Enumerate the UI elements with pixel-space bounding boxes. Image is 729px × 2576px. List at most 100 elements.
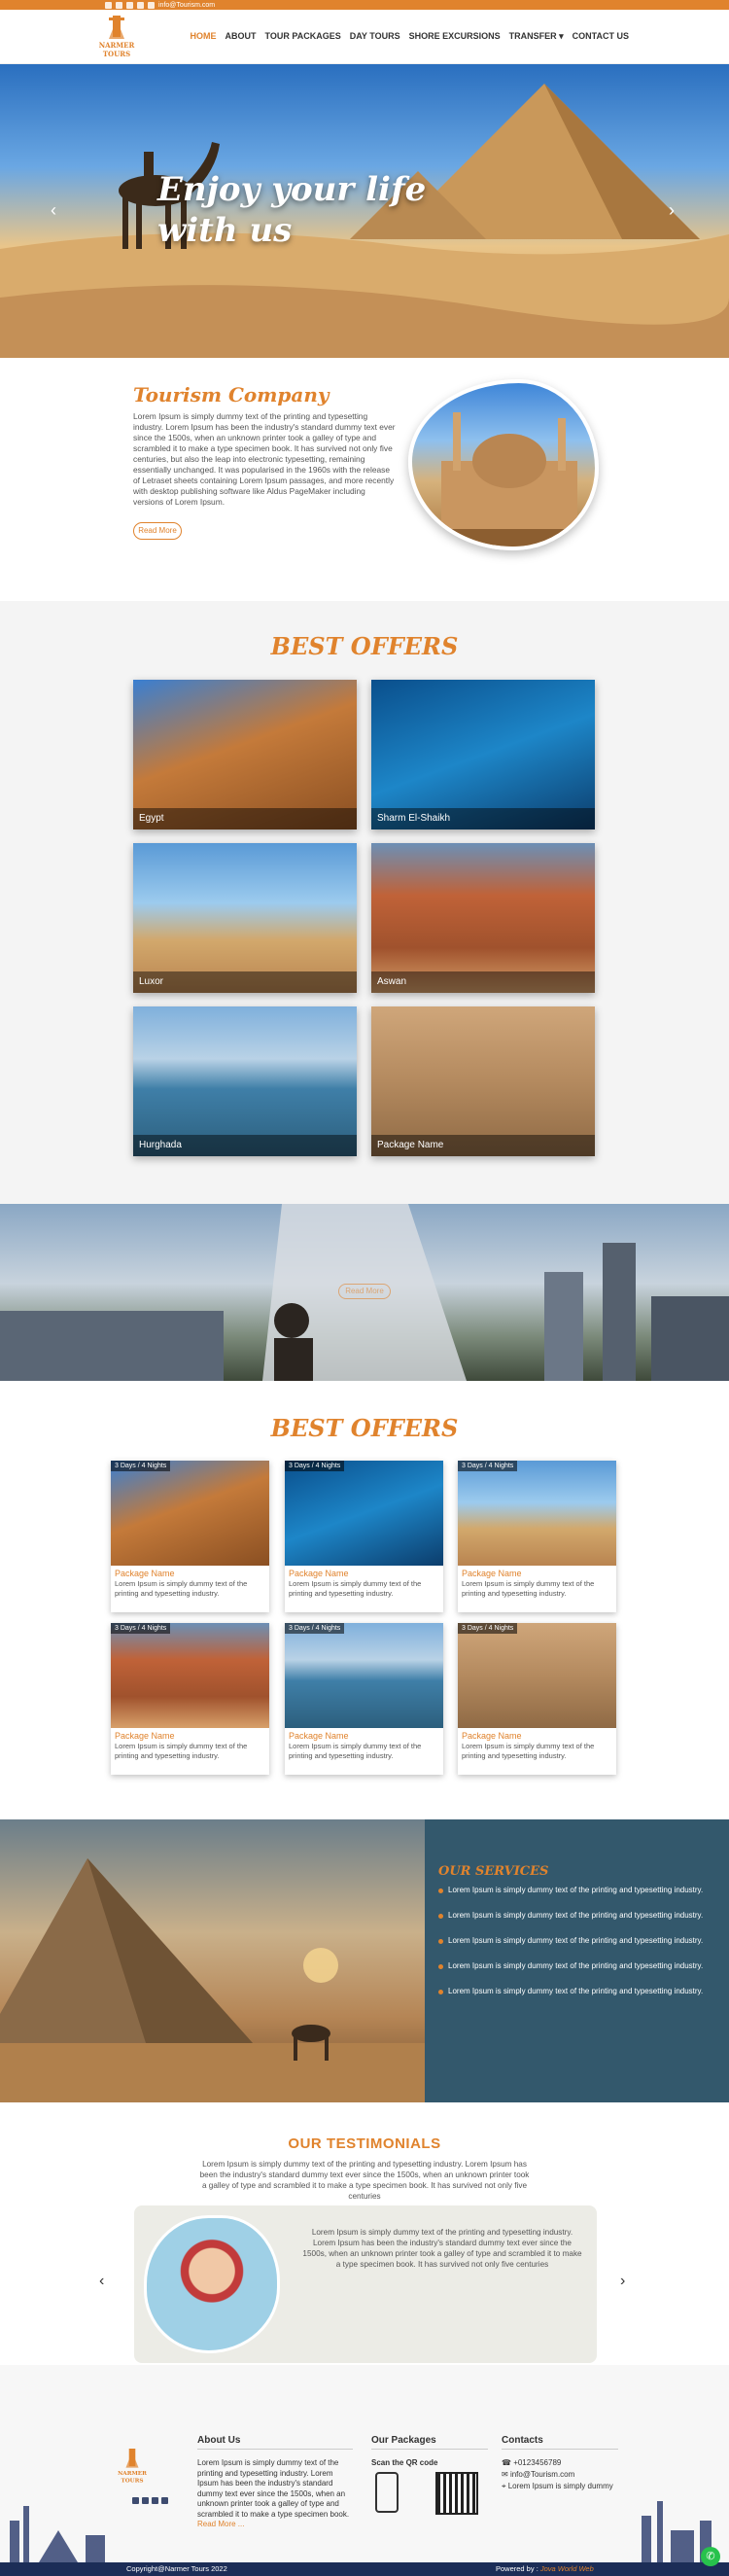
site-footer: NARMER TOURS About Us Lorem Ipsum is sim…	[0, 2365, 729, 2562]
offer-card-label: Aswan	[371, 971, 595, 993]
narmer-tours-logo[interactable]: NARMER TOURS	[95, 14, 138, 60]
package-card[interactable]: 3 Days / 4 Nights Package Name Lorem Ips…	[458, 1461, 616, 1612]
nav-about[interactable]: ABOUT	[226, 31, 257, 42]
package-name[interactable]: Package Name	[462, 1731, 522, 1741]
package-image	[111, 1461, 269, 1566]
package-card[interactable]: 3 Days / 4 Nights Package Name Lorem Ips…	[285, 1461, 443, 1612]
about-read-more-button[interactable]: Read More	[133, 522, 182, 540]
nav-home[interactable]: HOME	[191, 31, 217, 42]
footer-divider	[371, 2449, 488, 2450]
qr-code-icon[interactable]	[435, 2472, 478, 2515]
package-card[interactable]: 3 Days / 4 Nights Package Name Lorem Ips…	[111, 1461, 269, 1612]
footer-email[interactable]: ✉ info@Tourism.com	[502, 2470, 574, 2481]
offer-card-sharm[interactable]: Sharm El-Shaikh	[371, 680, 595, 829]
package-name[interactable]: Package Name	[462, 1569, 522, 1578]
offer-card-package[interactable]: Package Name	[371, 1006, 595, 1156]
testimonial-next-arrow-icon[interactable]: ›	[620, 2273, 625, 2290]
footer-skyline-illustration	[10, 2501, 712, 2562]
offer-card-aswan[interactable]: Aswan	[371, 843, 595, 993]
topbar-email[interactable]: info@Tourism.com	[158, 2, 215, 9]
nav-day-tours[interactable]: DAY TOURS	[350, 31, 400, 42]
nav-contact-us[interactable]: CONTACT US	[573, 31, 629, 42]
footer-contacts-title: Contacts	[502, 2435, 543, 2446]
footer-logo-text-1: NARMER	[118, 2471, 147, 2477]
offer-card-label: Egypt	[133, 808, 357, 829]
package-card[interactable]: 3 Days / 4 Nights Package Name Lorem Ips…	[111, 1623, 269, 1775]
whatsapp-icon[interactable]: ✆	[701, 2547, 720, 2566]
footer-address-text: Lorem Ipsum is simply dummy	[507, 2482, 613, 2490]
package-name[interactable]: Package Name	[289, 1569, 349, 1578]
hero-prev-arrow-icon[interactable]: ‹	[51, 200, 56, 221]
pyramid-camel-illustration	[0, 1858, 425, 2102]
testimonial-prev-arrow-icon[interactable]: ‹	[99, 2273, 104, 2290]
hero-slider: Enjoy your life with us ‹ ›	[0, 64, 729, 358]
package-image	[458, 1461, 616, 1566]
offer-card-luxor[interactable]: Luxor	[133, 843, 357, 993]
package-image	[285, 1461, 443, 1566]
instagram-icon[interactable]	[126, 1, 133, 9]
nav-transfer-label: TRANSFER	[508, 31, 557, 41]
linkedin-icon[interactable]	[137, 1, 144, 9]
nav-tour-packages[interactable]: TOUR PACKAGES	[265, 31, 341, 42]
footer-facebook-icon[interactable]	[132, 2497, 139, 2504]
phone-icon	[375, 2472, 399, 2513]
service-item: Lorem Ipsum is simply dummy text of the …	[438, 1961, 706, 1971]
copyright-text: Copyright@Narmer Tours 2022	[126, 2564, 227, 2573]
service-item: Lorem Ipsum is simply dummy text of the …	[438, 1911, 706, 1921]
services-image	[0, 1819, 425, 2102]
offer-card-egypt[interactable]: Egypt	[133, 680, 357, 829]
powered-by-label: Powered by :	[496, 2564, 538, 2573]
footer-logo[interactable]: NARMER TOURS	[115, 2441, 150, 2491]
footer-qr-label: Scan the QR code	[371, 2458, 438, 2467]
footer-instagram-icon[interactable]	[152, 2497, 158, 2504]
package-image	[111, 1623, 269, 1728]
testimonial-card: Lorem Ipsum is simply dummy text of the …	[134, 2205, 597, 2363]
package-duration-badge: 3 Days / 4 Nights	[111, 1461, 171, 1471]
offer-card-label: Package Name	[371, 1135, 595, 1156]
testimonials-title: OUR TESTIMONIALS	[288, 2135, 441, 2152]
powered-by: Powered by : Jova World Web	[496, 2562, 594, 2576]
service-item: Lorem Ipsum is simply dummy text of the …	[438, 1987, 706, 1996]
package-name[interactable]: Package Name	[115, 1569, 175, 1578]
site-header: NARMER TOURS HOME ABOUT TOUR PACKAGES DA…	[0, 10, 729, 64]
footer-divider	[502, 2449, 618, 2450]
offer-card-hurghada[interactable]: Hurghada	[133, 1006, 357, 1156]
service-item: Lorem Ipsum is simply dummy text of the …	[438, 1936, 706, 1946]
nav-shore-excursions[interactable]: SHORE EXCURSIONS	[409, 31, 501, 42]
package-card[interactable]: 3 Days / 4 Nights Package Name Lorem Ips…	[285, 1623, 443, 1775]
video-read-more-button[interactable]: Read More	[338, 1284, 391, 1299]
footer-about-title: About Us	[197, 2435, 241, 2446]
mail-small-icon: ✉	[502, 2470, 510, 2479]
footer-read-more-link[interactable]: Read More ...	[197, 2520, 244, 2528]
facebook-icon[interactable]	[105, 1, 112, 9]
package-name[interactable]: Package Name	[115, 1731, 175, 1741]
footer-about-text: Lorem Ipsum is simply dummy text of the …	[197, 2458, 353, 2530]
footer-twitter-icon[interactable]	[142, 2497, 149, 2504]
footer-email-text: info@Tourism.com	[509, 2470, 575, 2479]
package-description: Lorem Ipsum is simply dummy text of the …	[289, 1579, 422, 1598]
video-banner: Read More	[0, 1204, 729, 1381]
nav-transfer[interactable]: TRANSFER ▾	[509, 31, 564, 42]
logo-text-1: NARMER	[99, 41, 135, 50]
services-title: OUR SERVICES	[438, 1864, 549, 1879]
powered-by-link[interactable]: Jova World Web	[540, 2564, 594, 2573]
package-name[interactable]: Package Name	[289, 1731, 349, 1741]
offer-card-label: Sharm El-Shaikh	[371, 808, 595, 829]
footer-linkedin-icon[interactable]	[161, 2497, 168, 2504]
mosque-illustration	[412, 412, 595, 547]
hero-title: Enjoy your life with us	[157, 170, 427, 250]
package-duration-badge: 3 Days / 4 Nights	[458, 1623, 518, 1634]
offer-card-label: Luxor	[133, 971, 357, 993]
testimonial-quote: Lorem Ipsum is simply dummy text of the …	[302, 2228, 582, 2269]
footer-about-body: Lorem Ipsum is simply dummy text of the …	[197, 2458, 350, 2519]
package-card[interactable]: 3 Days / 4 Nights Package Name Lorem Ips…	[458, 1623, 616, 1775]
twitter-icon[interactable]	[116, 1, 122, 9]
location-icon: ⌖	[502, 2482, 508, 2490]
package-description: Lorem Ipsum is simply dummy text of the …	[462, 1579, 595, 1598]
hero-next-arrow-icon[interactable]: ›	[669, 200, 675, 221]
testimonials-intro: Lorem Ipsum is simply dummy text of the …	[199, 2160, 530, 2201]
chevron-down-icon: ▾	[559, 31, 564, 41]
logo-text-2: TOURS	[103, 50, 130, 58]
footer-phone[interactable]: ☎ +0123456789	[502, 2458, 561, 2469]
services-panel: OUR SERVICES Lorem Ipsum is simply dummy…	[425, 1819, 729, 2102]
